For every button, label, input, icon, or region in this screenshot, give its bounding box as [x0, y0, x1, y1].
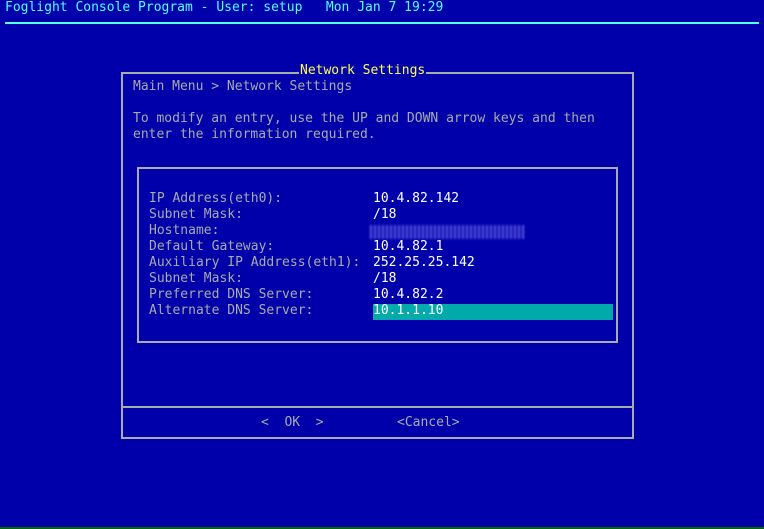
field-value-aux-ip-eth1[interactable]: 252.25.25.142 [373, 255, 475, 271]
field-value-ip-eth0[interactable]: 10.4.82.142 [373, 191, 459, 207]
field-label-default-gateway: Default Gateway: [149, 239, 275, 254]
field-value-aux-subnet-mask[interactable]: /18 [373, 271, 396, 287]
field-value-default-gateway[interactable]: 10.4.82.1 [373, 239, 443, 255]
instructions-line-1: To modify an entry, use the UP and DOWN … [133, 111, 595, 126]
field-label-alternate-dns: Alternate DNS Server: [149, 303, 314, 318]
ok-button[interactable]: < OK > [261, 415, 324, 431]
field-label-aux-subnet-mask: Subnet Mask: [149, 271, 243, 286]
field-label-subnet-mask: Subnet Mask: [149, 207, 243, 222]
field-label-ip-eth0: IP Address(eth0): [149, 191, 283, 206]
field-value-alternate-dns[interactable]: 10.1.1.10 [373, 303, 443, 319]
instructions-line-2: enter the information required. [133, 127, 376, 142]
breadcrumb: Main Menu > Network Settings [133, 79, 353, 94]
field-value-subnet-mask[interactable]: /18 [373, 207, 396, 223]
field-label-preferred-dns: Preferred DNS Server: [149, 287, 314, 302]
field-label-hostname: Hostname: [149, 223, 220, 238]
button-divider [121, 406, 634, 408]
cancel-button[interactable]: <Cancel> [397, 415, 460, 431]
header-title: Foglight Console Program - User: setup M… [5, 0, 444, 15]
field-value-hostname-redacted[interactable] [370, 225, 526, 239]
field-value-preferred-dns[interactable]: 10.4.82.2 [373, 287, 443, 303]
field-label-aux-ip-eth1: Auxiliary IP Address(eth1): [149, 255, 361, 270]
header-divider [5, 22, 759, 24]
dialog-title: Network Settings [299, 63, 427, 79]
